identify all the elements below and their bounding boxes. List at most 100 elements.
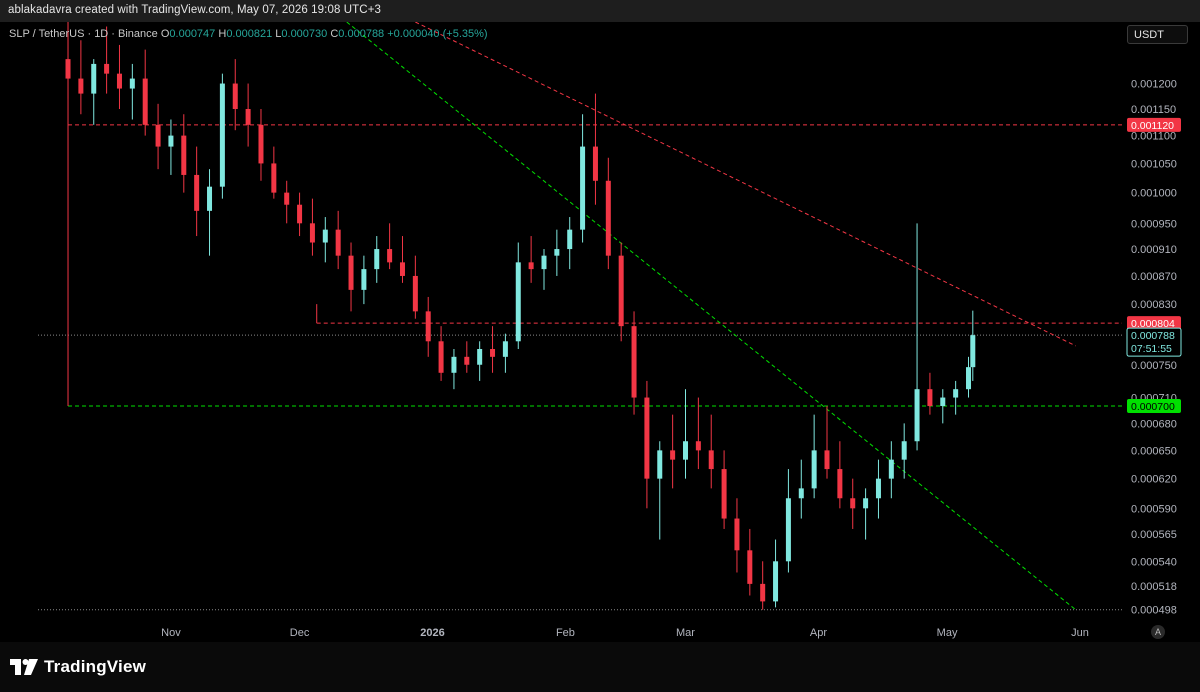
candle bbox=[657, 441, 663, 540]
candle-body bbox=[65, 59, 71, 79]
y-tick-label: 0.000650 bbox=[1131, 445, 1177, 457]
candle-body bbox=[760, 583, 766, 602]
candle bbox=[528, 236, 534, 283]
candle bbox=[309, 198, 315, 256]
candle bbox=[232, 59, 238, 131]
close-value: 0.000788 bbox=[338, 28, 385, 40]
horizontal-levels bbox=[38, 22, 1122, 611]
candle-body bbox=[670, 450, 676, 460]
candle-body bbox=[721, 469, 727, 519]
low-value: 0.000730 bbox=[281, 28, 328, 40]
candle-body bbox=[953, 389, 959, 398]
candle-body bbox=[528, 262, 534, 270]
candle bbox=[451, 349, 457, 390]
candle-body bbox=[541, 255, 547, 270]
candle-body bbox=[631, 326, 637, 398]
candle-body bbox=[477, 349, 483, 365]
candle bbox=[541, 249, 547, 290]
candle bbox=[322, 217, 328, 263]
tradingview-logo[interactable]: TradingView bbox=[10, 656, 146, 678]
candle bbox=[914, 223, 920, 451]
candle-body bbox=[155, 124, 161, 147]
current-price-text: 0.000788 bbox=[1131, 330, 1175, 342]
candle bbox=[721, 450, 727, 529]
candle bbox=[207, 169, 213, 256]
y-tick-label: 0.000540 bbox=[1131, 556, 1177, 568]
y-tick-label: 0.000620 bbox=[1131, 474, 1177, 486]
candle-body bbox=[914, 389, 920, 442]
candle bbox=[297, 192, 303, 237]
tradingview-logo-icon bbox=[10, 659, 38, 675]
candle-body bbox=[194, 174, 200, 211]
candle bbox=[863, 488, 869, 540]
candle-body bbox=[168, 135, 174, 147]
candle bbox=[464, 341, 470, 373]
candle-body bbox=[605, 180, 611, 256]
change-value: +0.000040 (+5.35%) bbox=[387, 28, 488, 40]
candle bbox=[618, 242, 624, 342]
candle-body bbox=[747, 550, 753, 584]
y-tick-label: 0.000750 bbox=[1131, 360, 1177, 372]
auto-scale-button[interactable]: A bbox=[1151, 625, 1165, 639]
candle bbox=[142, 49, 148, 136]
trendline bbox=[415, 21, 1076, 347]
candle-body bbox=[219, 83, 225, 187]
header-text: ablakadavra created with TradingView.com… bbox=[8, 4, 381, 16]
candle bbox=[129, 63, 135, 120]
x-tick-label: Dec bbox=[290, 627, 310, 639]
candle bbox=[374, 236, 380, 283]
candle-body bbox=[515, 262, 521, 342]
y-tick-label: 0.000870 bbox=[1131, 271, 1177, 283]
countdown-text: 07:51:55 bbox=[1131, 343, 1172, 355]
candle-body bbox=[335, 229, 341, 256]
candle-body bbox=[618, 255, 624, 327]
candle bbox=[811, 414, 817, 499]
candle bbox=[361, 255, 367, 305]
level-price-text: 0.001120 bbox=[1131, 120, 1174, 132]
header-bar: ablakadavra created with TradingView.com… bbox=[0, 0, 1200, 22]
candles bbox=[65, 22, 976, 610]
candle-body bbox=[502, 341, 508, 357]
candle-body bbox=[412, 275, 418, 312]
candle-body bbox=[708, 450, 714, 470]
y-tick-label: 0.001150 bbox=[1131, 104, 1176, 116]
candle-body bbox=[348, 255, 354, 290]
candle bbox=[837, 441, 843, 509]
candle bbox=[773, 539, 779, 608]
candle-body bbox=[284, 192, 290, 205]
candle bbox=[245, 83, 251, 147]
candle-body bbox=[207, 186, 213, 211]
candle-body bbox=[863, 498, 869, 509]
symbol-label[interactable]: SLP / TetherUS · 1D · Binance bbox=[9, 28, 158, 40]
candle-body bbox=[425, 311, 431, 342]
candle-body bbox=[464, 356, 470, 365]
candle-body bbox=[682, 441, 688, 460]
candle bbox=[258, 109, 264, 181]
level-price-label: 0.000700 bbox=[1127, 399, 1181, 414]
candle-body bbox=[142, 78, 148, 125]
candle-body bbox=[940, 397, 946, 407]
trendline bbox=[346, 21, 1077, 611]
candle-body bbox=[245, 109, 251, 125]
tradingview-logo-text: TradingView bbox=[44, 657, 147, 676]
candle bbox=[670, 414, 676, 489]
y-tick-label: 0.001000 bbox=[1131, 188, 1177, 200]
candle bbox=[785, 469, 791, 573]
price-chart[interactable]: 0.001200 0.001150 0.001100 0.001050 0.001000… bbox=[0, 0, 1200, 642]
candle-body bbox=[104, 63, 110, 74]
candle-body bbox=[785, 498, 791, 562]
candle-body bbox=[811, 450, 817, 489]
candle bbox=[850, 478, 856, 529]
candle bbox=[284, 180, 290, 224]
candle bbox=[348, 242, 354, 312]
candle-body bbox=[850, 498, 856, 509]
candle bbox=[824, 406, 830, 479]
currency-button[interactable]: USDT bbox=[1127, 25, 1188, 44]
candle-body bbox=[875, 478, 881, 499]
candle bbox=[477, 341, 483, 381]
candle-body bbox=[695, 441, 701, 451]
candle bbox=[78, 40, 84, 115]
ohlc-legend: SLP / TetherUS · 1D · Binance O0.000747 … bbox=[9, 28, 488, 40]
y-tick-label: 0.001200 bbox=[1131, 79, 1177, 91]
candle bbox=[970, 310, 976, 381]
